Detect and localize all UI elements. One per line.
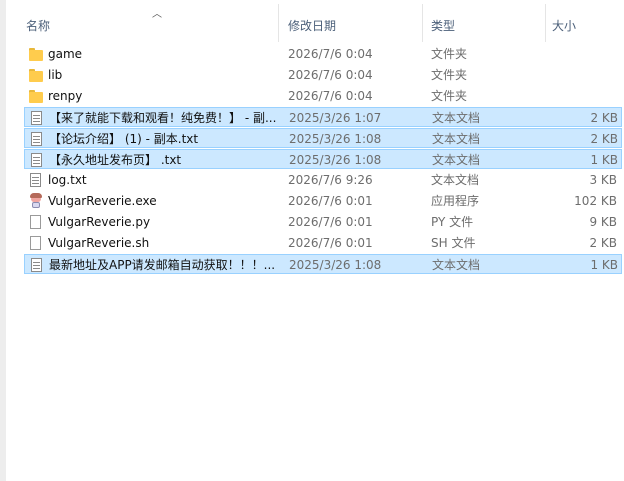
column-header-name[interactable]: 名称	[26, 17, 50, 34]
file-row[interactable]: 【来了就能下载和观看！纯免费！】 - 副... 2025/3/26 1:07 文本文…	[24, 107, 622, 127]
file-size	[544, 44, 617, 64]
text-document-icon	[29, 152, 45, 168]
file-row[interactable]: game 2026/7/6 0:04 文件夹	[24, 44, 622, 64]
file-size: 1 KB	[590, 258, 618, 272]
file-name: VulgarReverie.sh	[48, 236, 150, 250]
file-name: 【永久地址发布页】 .txt	[49, 153, 182, 167]
file-modified-date: 2026/7/6 0:04	[288, 89, 373, 103]
file-row[interactable]: log.txt 2026/7/6 9:26 文本文档 3 KB	[24, 170, 622, 190]
file-row[interactable]: VulgarReverie.exe 2026/7/6 0:01 应用程序 102 KB	[24, 191, 622, 211]
folder-icon	[28, 46, 44, 62]
text-document-icon	[29, 257, 45, 273]
file-name: renpy	[48, 89, 83, 103]
file-modified-date: 2025/3/26 1:07	[289, 111, 382, 125]
file-name: 最新地址及APP请发邮箱自动获取！！！...	[49, 258, 276, 272]
file-type: 文件夹	[431, 89, 468, 103]
column-divider[interactable]	[422, 4, 423, 42]
file-type: 文件夹	[431, 68, 468, 82]
file-row[interactable]: VulgarReverie.sh 2026/7/6 0:01 SH 文件 2 KB	[24, 233, 622, 253]
text-document-icon	[29, 110, 45, 126]
application-icon	[28, 193, 44, 209]
file-modified-date: 2026/7/6 0:04	[288, 68, 373, 82]
file-type: 文本文档	[431, 173, 480, 187]
file-name: 【论坛介绍】 (1) - 副本.txt	[49, 132, 199, 146]
text-document-icon	[29, 131, 45, 147]
file-modified-date: 2026/7/6 9:26	[288, 173, 373, 187]
file-type: SH 文件	[431, 236, 476, 250]
blank-file-icon	[28, 214, 44, 230]
column-header-bar: ︿ 名称 修改日期 类型 大小	[6, 0, 624, 46]
file-name: game	[48, 47, 83, 61]
folder-icon	[28, 67, 44, 83]
column-divider[interactable]	[545, 4, 546, 42]
file-row[interactable]: renpy 2026/7/6 0:04 文件夹	[24, 86, 622, 106]
file-name: VulgarReverie.exe	[48, 194, 157, 208]
file-size	[544, 86, 617, 106]
file-row[interactable]: 【论坛介绍】 (1) - 副本.txt 2025/3/26 1:08 文本文档 2 K…	[24, 128, 622, 148]
file-row[interactable]: lib 2026/7/6 0:04 文件夹	[24, 65, 622, 85]
column-header-date[interactable]: 修改日期	[288, 17, 336, 34]
file-size: 2 KB	[590, 132, 618, 146]
column-header-size[interactable]: 大小	[552, 17, 576, 34]
file-size: 9 KB	[589, 215, 617, 229]
file-row[interactable]: VulgarReverie.py 2026/7/6 0:01 PY 文件 9 KB	[24, 212, 622, 232]
file-modified-date: 2025/3/26 1:08	[289, 258, 382, 272]
file-type: 文件夹	[431, 47, 468, 61]
file-row[interactable]: 最新地址及APP请发邮箱自动获取！！！... 2025/3/26 1:08 文本文档…	[24, 254, 622, 274]
file-name: lib	[48, 68, 63, 82]
file-modified-date: 2025/3/26 1:08	[289, 132, 382, 146]
file-type: 文本文档	[432, 258, 481, 272]
file-type: 文本文档	[432, 153, 481, 167]
file-type: 文本文档	[432, 111, 481, 125]
file-modified-date: 2026/7/6 0:01	[288, 215, 373, 229]
file-size: 1 KB	[590, 153, 618, 167]
file-size	[544, 65, 617, 85]
file-size: 2 KB	[590, 111, 618, 125]
column-header-type[interactable]: 类型	[431, 17, 455, 34]
file-name: 【来了就能下载和观看！纯免费！】 - 副...	[49, 111, 277, 125]
file-name: log.txt	[48, 173, 87, 187]
file-size: 102 KB	[574, 194, 617, 208]
file-row[interactable]: 【永久地址发布页】 .txt 2025/3/26 1:08 文本文档 1 KB	[24, 149, 622, 169]
file-type: PY 文件	[431, 215, 474, 229]
file-modified-date: 2025/3/26 1:08	[289, 153, 382, 167]
column-divider[interactable]	[278, 4, 279, 42]
text-document-icon	[28, 172, 44, 188]
folder-icon	[28, 88, 44, 104]
left-pane-edge	[0, 0, 6, 481]
file-type: 文本文档	[432, 132, 481, 146]
file-modified-date: 2026/7/6 0:04	[288, 47, 373, 61]
file-type: 应用程序	[431, 194, 480, 208]
file-size: 3 KB	[589, 173, 617, 187]
file-size: 2 KB	[589, 236, 617, 250]
blank-file-icon	[28, 235, 44, 251]
file-name: VulgarReverie.py	[48, 215, 151, 229]
file-modified-date: 2026/7/6 0:01	[288, 194, 373, 208]
sort-ascending-icon: ︿	[152, 9, 162, 20]
file-modified-date: 2026/7/6 0:01	[288, 236, 373, 250]
